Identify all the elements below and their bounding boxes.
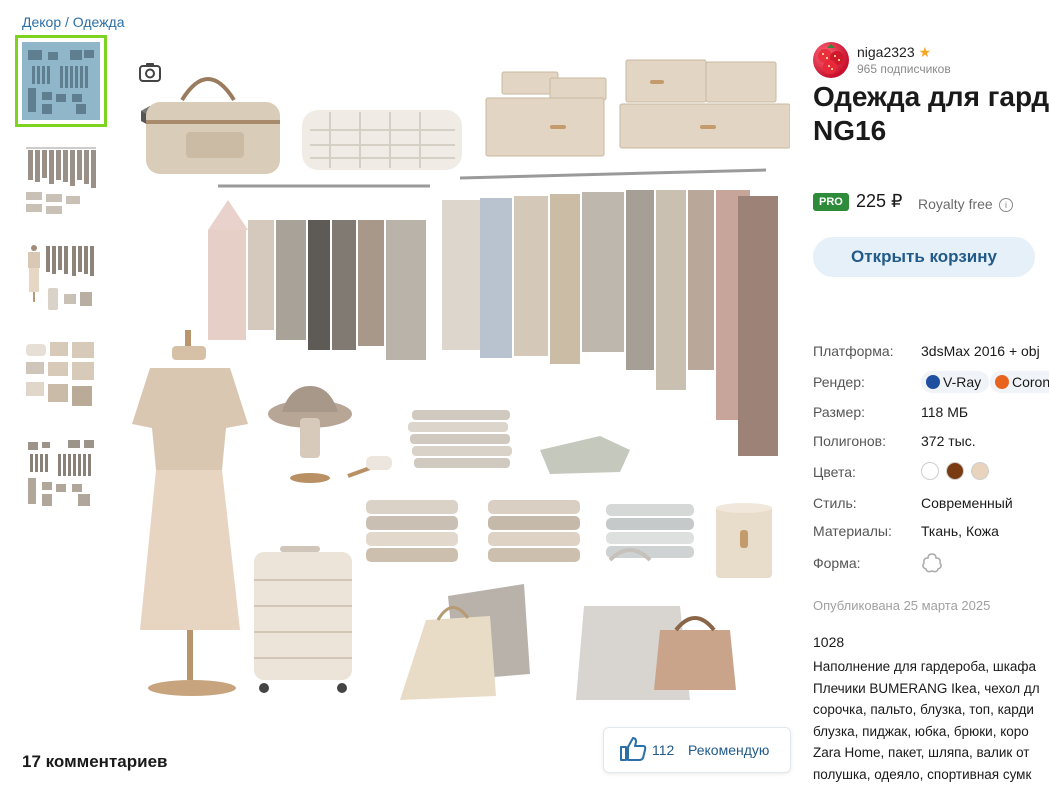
render-label: Рендер: [813, 374, 865, 390]
colors-label: Цвета: [813, 464, 856, 480]
comments-count[interactable]: 17 комментариев [22, 752, 167, 772]
style-value[interactable]: Современный [921, 495, 1013, 511]
author-block[interactable]: niga2323★ 965 подписчиков [813, 42, 1049, 78]
color-swatch-white[interactable] [921, 462, 939, 480]
description-line: Наполнение для гардероба, шкафа [813, 656, 1049, 678]
render-vray-chip[interactable]: V-Ray [921, 371, 989, 393]
recommend-label: Рекомендую [688, 742, 769, 758]
duffel-bag-illustration [146, 79, 280, 174]
breadcrumb-parent-link[interactable]: Декор [22, 14, 61, 30]
thumbnail-2[interactable] [22, 140, 100, 218]
breadcrumb: Декор / Одежда [22, 14, 125, 30]
style-label: Стиль: [813, 495, 857, 511]
like-count: 112 [652, 742, 674, 758]
render-corona-label: Coron [1012, 374, 1049, 390]
open-cart-button[interactable]: Открыть корзину [813, 237, 1035, 277]
description-line: блузка, пиджак, юбка, брюки, коро [813, 721, 1049, 743]
free-form-icon[interactable] [921, 552, 943, 574]
published-date: Опубликована 25 марта 2025 [813, 598, 990, 613]
breadcrumb-separator: / [61, 14, 73, 30]
polygons-value: 372 тыс. [921, 433, 976, 449]
price: 225 ₽ [856, 191, 903, 212]
description-id: 1028 [813, 634, 844, 650]
polygons-label: Полигонов: [813, 433, 886, 449]
thumbnail-3[interactable] [22, 238, 100, 316]
product-main-image[interactable] [130, 40, 790, 740]
corona-icon [995, 375, 1009, 389]
form-label: Форма: [813, 555, 861, 571]
author-avatar[interactable] [813, 42, 849, 78]
description-text: Наполнение для гардероба, шкафа Плечики … [813, 656, 1049, 785]
description-line: сорочка, пальто, блузка, топ, карди [813, 699, 1049, 721]
description-line: Zara Home, пакет, шляпа, валик от [813, 742, 1049, 764]
pro-badge: PRO [813, 193, 849, 211]
breadcrumb-current-link[interactable]: Одежда [73, 14, 125, 30]
color-swatch-beige[interactable] [971, 462, 989, 480]
thumbnail-5[interactable] [22, 434, 100, 512]
render-corona-chip[interactable]: Coron [990, 371, 1049, 393]
size-value: 118 МБ [921, 404, 968, 420]
render-vray-label: V-Ray [943, 374, 981, 390]
license-label[interactable]: Royalty free [918, 196, 993, 212]
thumbs-up-icon[interactable] [619, 736, 647, 762]
thumbnail-4[interactable] [22, 336, 100, 414]
author-name[interactable]: niga2323 [857, 44, 915, 60]
materials-value[interactable]: Ткань, Кожа [921, 523, 999, 539]
description-line: полушка, одеяло, спортивная сумк [813, 764, 1049, 785]
thumbnail-1[interactable] [22, 42, 100, 120]
platform-label: Платформа: [813, 343, 894, 359]
platform-value: 3dsMax 2016 + obj [921, 343, 1040, 359]
description-line: Плечики BUMERANG Ikea, чехол дл [813, 678, 1049, 700]
subscriber-count: 965 подписчиков [857, 62, 951, 76]
color-swatch-brown[interactable] [946, 462, 964, 480]
product-title: Одежда для гард NG16 [813, 80, 1049, 148]
vray-icon [926, 375, 940, 389]
info-icon[interactable]: i [999, 198, 1013, 212]
size-label: Размер: [813, 404, 865, 420]
star-icon: ★ [919, 44, 932, 60]
materials-label: Материалы: [813, 523, 892, 539]
